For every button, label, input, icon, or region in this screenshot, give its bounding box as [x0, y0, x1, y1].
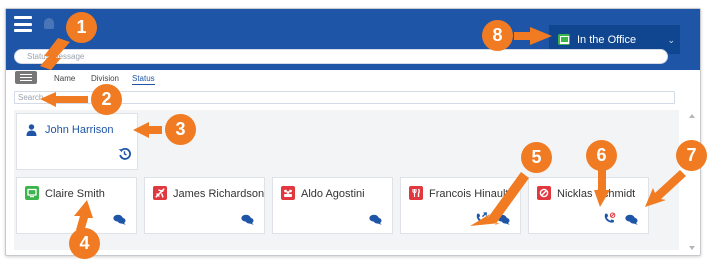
callout-arrows: [40, 27, 686, 232]
